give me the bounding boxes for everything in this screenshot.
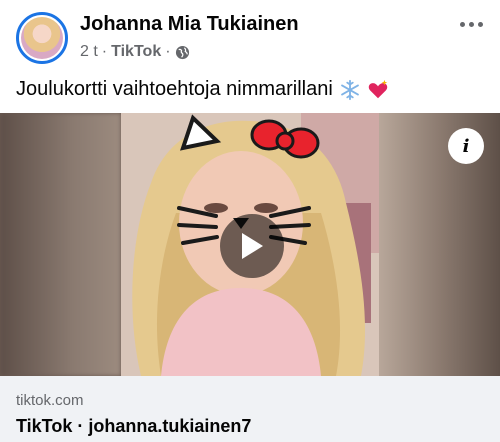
meta-separator: · [101,43,108,60]
author-name[interactable]: Johanna Mia Tukiainen [80,13,299,36]
post-caption: Joulukortti vaihtoehtoja nimmarillani [16,78,389,101]
post-meta: 2 t · TikTok · [80,43,190,61]
link-preview-card[interactable]: tiktok.com TikTok · johanna.tukiainen7 [0,376,500,442]
link-title[interactable]: TikTok · johanna.tukiainen7 [16,416,251,437]
info-icon[interactable]: i [448,128,484,164]
snowflake-emoji [340,79,359,100]
avatar-image [21,17,63,59]
blurred-background-left [0,113,121,376]
video-media[interactable]: i [0,113,500,376]
caption-text: Joulukortti vaihtoehtoja nimmarillani [16,78,333,100]
sparkling-heart-emoji [368,79,388,98]
link-domain: tiktok.com [16,392,84,409]
meta-separator-2: · [165,43,171,60]
post-time[interactable]: 2 t [80,43,98,61]
post-header: Johanna Mia Tukiainen 2 t · TikTok · [0,0,500,70]
globe-icon[interactable] [175,45,190,60]
play-button[interactable] [220,214,284,278]
play-icon [242,233,263,259]
post-source: TikTok [111,43,162,60]
more-options-icon[interactable] [456,14,486,34]
avatar[interactable] [16,12,68,64]
